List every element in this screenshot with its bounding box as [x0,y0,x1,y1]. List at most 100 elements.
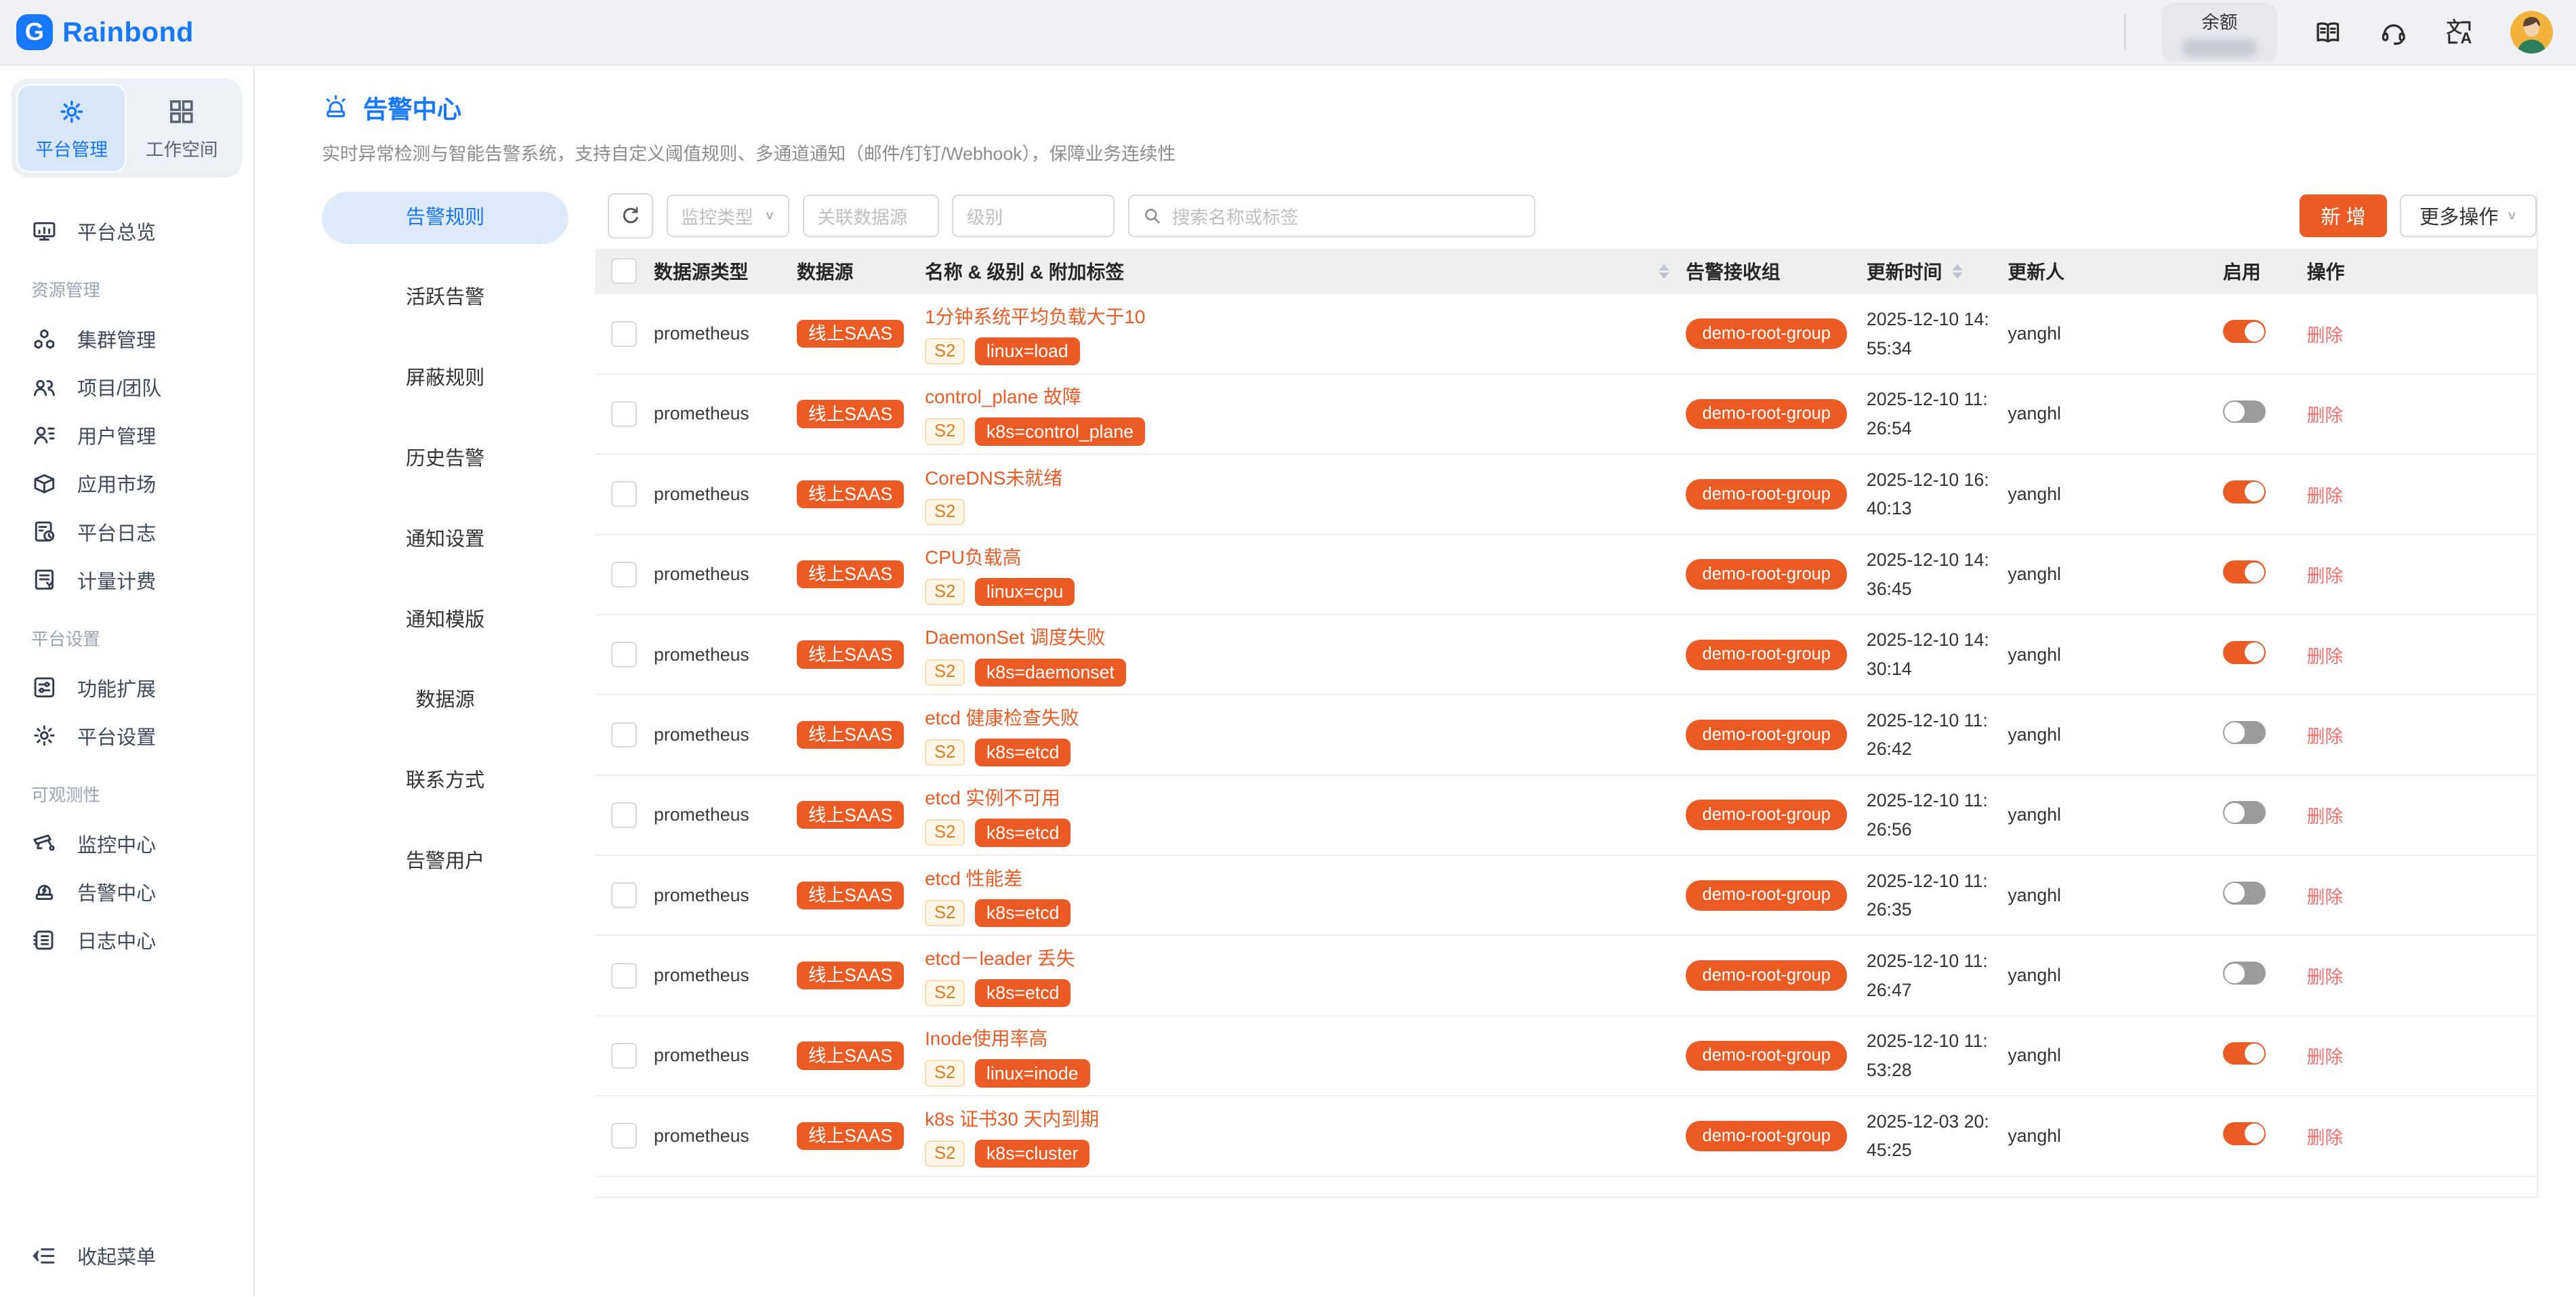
search-input[interactable]: 搜索名称或标签 [1128,194,1535,237]
severity-badge: S2 [925,499,965,525]
sidebar-item-功能扩展[interactable]: 功能扩展 [12,663,242,712]
row-checkbox[interactable] [611,321,637,347]
enable-toggle[interactable] [2223,400,2266,424]
sidebar-item-平台设置[interactable]: 平台设置 [12,712,242,760]
rule-name-link[interactable]: CPU负载高 [925,543,1075,570]
delete-link[interactable]: 删除 [2307,486,2343,506]
sidebar-item-平台日志[interactable]: 平台日志 [12,508,242,556]
sidebar-item-应用市场[interactable]: 应用市场 [12,459,242,508]
rule-name-link[interactable]: DaemonSet 调度失败 [925,623,1126,650]
rule-name-link[interactable]: control_plane 故障 [925,382,1145,409]
updated-time: 2025-12-10 11:53:28 [1867,1027,1991,1084]
enable-toggle[interactable] [2223,721,2266,744]
row-checkbox-cell [595,1043,654,1069]
more-actions-label: 更多操作 [2419,201,2498,230]
delete-link[interactable]: 删除 [2307,405,2343,426]
support-headset-icon[interactable] [2379,18,2409,47]
row-checkbox[interactable] [611,1123,637,1149]
row-checkbox[interactable] [611,802,637,828]
delete-link[interactable]: 删除 [2307,646,2343,667]
delete-link[interactable]: 删除 [2307,566,2343,586]
collapse-menu-button[interactable]: 收起菜单 [12,1232,242,1280]
name-cell: k8s 证书30 天内到期S2k8s=cluster [925,1105,1686,1168]
rule-name-link[interactable]: CoreDNS未就绪 [925,464,1062,491]
enable-toggle[interactable] [2223,801,2266,824]
updated-time: 2025-12-10 14:36:45 [1867,545,1991,603]
enable-toggle[interactable] [2223,320,2266,343]
delete-link[interactable]: 删除 [2307,325,2343,346]
row-checkbox[interactable] [611,642,637,667]
delete-link[interactable]: 删除 [2307,806,2343,827]
rule-name-link[interactable]: etcd 性能差 [925,864,1071,891]
select-all-checkbox[interactable] [611,258,637,284]
delete-link[interactable]: 删除 [2307,887,2343,907]
language-translate-icon[interactable]: 文 A [2445,18,2474,47]
row-checkbox[interactable] [611,722,637,748]
sidebar-item-平台总览[interactable]: 平台总览 [12,207,242,255]
sort-control-updated[interactable] [1952,264,1963,278]
sidebar-item-用户管理[interactable]: 用户管理 [12,411,242,459]
row-checkbox[interactable] [611,562,637,588]
subnav-item-数据源[interactable]: 数据源 [322,674,568,727]
subnav-item-告警用户[interactable]: 告警用户 [322,836,568,888]
subnav-item-告警规则[interactable]: 告警规则 [322,192,568,245]
tab-workspace[interactable]: 工作空间 [127,84,237,173]
sort-control-name[interactable] [1659,264,1669,278]
datasource-type-cell: prometheus [654,965,797,986]
rule-name-link[interactable]: k8s 证书30 天内到期 [925,1105,1099,1132]
sidebar-item-项目/团队[interactable]: 项目/团队 [12,363,242,411]
name-cell: etcd 实例不可用S2k8s=etcd [925,783,1686,846]
rule-name-link[interactable]: etcd 实例不可用 [925,783,1071,810]
alert-rules-table: 数据源类型 数据源 名称 & 级别 & 附加标签 告警接收组 更新时间 [595,249,2537,1177]
delete-link[interactable]: 删除 [2307,726,2343,747]
subnav-item-活跃告警[interactable]: 活跃告警 [322,272,568,325]
rule-name-link[interactable]: 1分钟系统平均负载大于10 [925,302,1145,329]
sidebar-item-日志中心[interactable]: 日志中心 [12,915,242,964]
rule-tags: S2k8s=etcd [925,899,1071,927]
row-checkbox[interactable] [611,882,637,908]
row-checkbox[interactable] [611,401,637,427]
delete-link[interactable]: 删除 [2307,1047,2343,1067]
rule-name-link[interactable]: etcd 健康检查失败 [925,703,1079,730]
enable-toggle[interactable] [2223,962,2266,985]
refresh-button[interactable] [608,193,653,239]
tab-platform-admin[interactable]: 平台管理 [16,84,127,173]
subnav-item-历史告警[interactable]: 历史告警 [322,433,568,486]
enable-toggle[interactable] [2223,1122,2266,1145]
user-avatar[interactable] [2510,11,2553,54]
rule-name-link[interactable]: etcd－leader 丢失 [925,944,1075,971]
enable-toggle[interactable] [2223,641,2266,664]
balance-widget[interactable]: 余额 [2162,3,2277,62]
rule-name-link[interactable]: Inode使用率高 [925,1024,1089,1051]
actions-cell: 删除 [2307,561,2537,588]
enabled-cell [2223,721,2307,749]
topbar-divider [2124,14,2125,50]
updated-time-cell: 2025-12-10 11:53:28 [1867,1027,2001,1084]
monitor-type-select[interactable]: 监控类型 ∨ [667,194,790,237]
delete-link[interactable]: 删除 [2307,1128,2343,1148]
receiver-group-cell: demo-root-group [1686,1121,1867,1151]
level-input[interactable]: 级别 [952,194,1115,237]
delete-link[interactable]: 删除 [2307,967,2343,987]
subnav-item-通知设置[interactable]: 通知设置 [322,514,568,567]
datasource-input[interactable]: 关联数据源 [803,194,939,237]
enable-toggle[interactable] [2223,1042,2266,1065]
row-checkbox[interactable] [611,963,637,989]
enable-toggle[interactable] [2223,480,2266,503]
receiver-group-tag: demo-root-group [1686,399,1847,430]
row-checkbox[interactable] [611,481,637,507]
subnav-item-联系方式[interactable]: 联系方式 [322,755,568,808]
subnav-item-屏蔽规则[interactable]: 屏蔽规则 [322,352,568,405]
row-checkbox[interactable] [611,1043,637,1069]
sidebar-item-告警中心[interactable]: 告警中心 [12,867,242,915]
add-button[interactable]: 新 增 [2300,194,2387,237]
sidebar-item-监控中心[interactable]: 监控中心 [12,819,242,867]
subnav-item-通知模版[interactable]: 通知模版 [322,594,568,647]
enable-toggle[interactable] [2223,560,2266,583]
sidebar-item-集群管理[interactable]: 集群管理 [12,315,242,363]
sidebar-item-计量计费[interactable]: 计量计费 [12,556,242,604]
more-actions-button[interactable]: 更多操作 ∨ [2400,194,2537,237]
enable-toggle[interactable] [2223,882,2266,905]
rainbond-logo[interactable]: G Rainbond [16,14,194,50]
docs-book-icon[interactable] [2313,18,2343,47]
